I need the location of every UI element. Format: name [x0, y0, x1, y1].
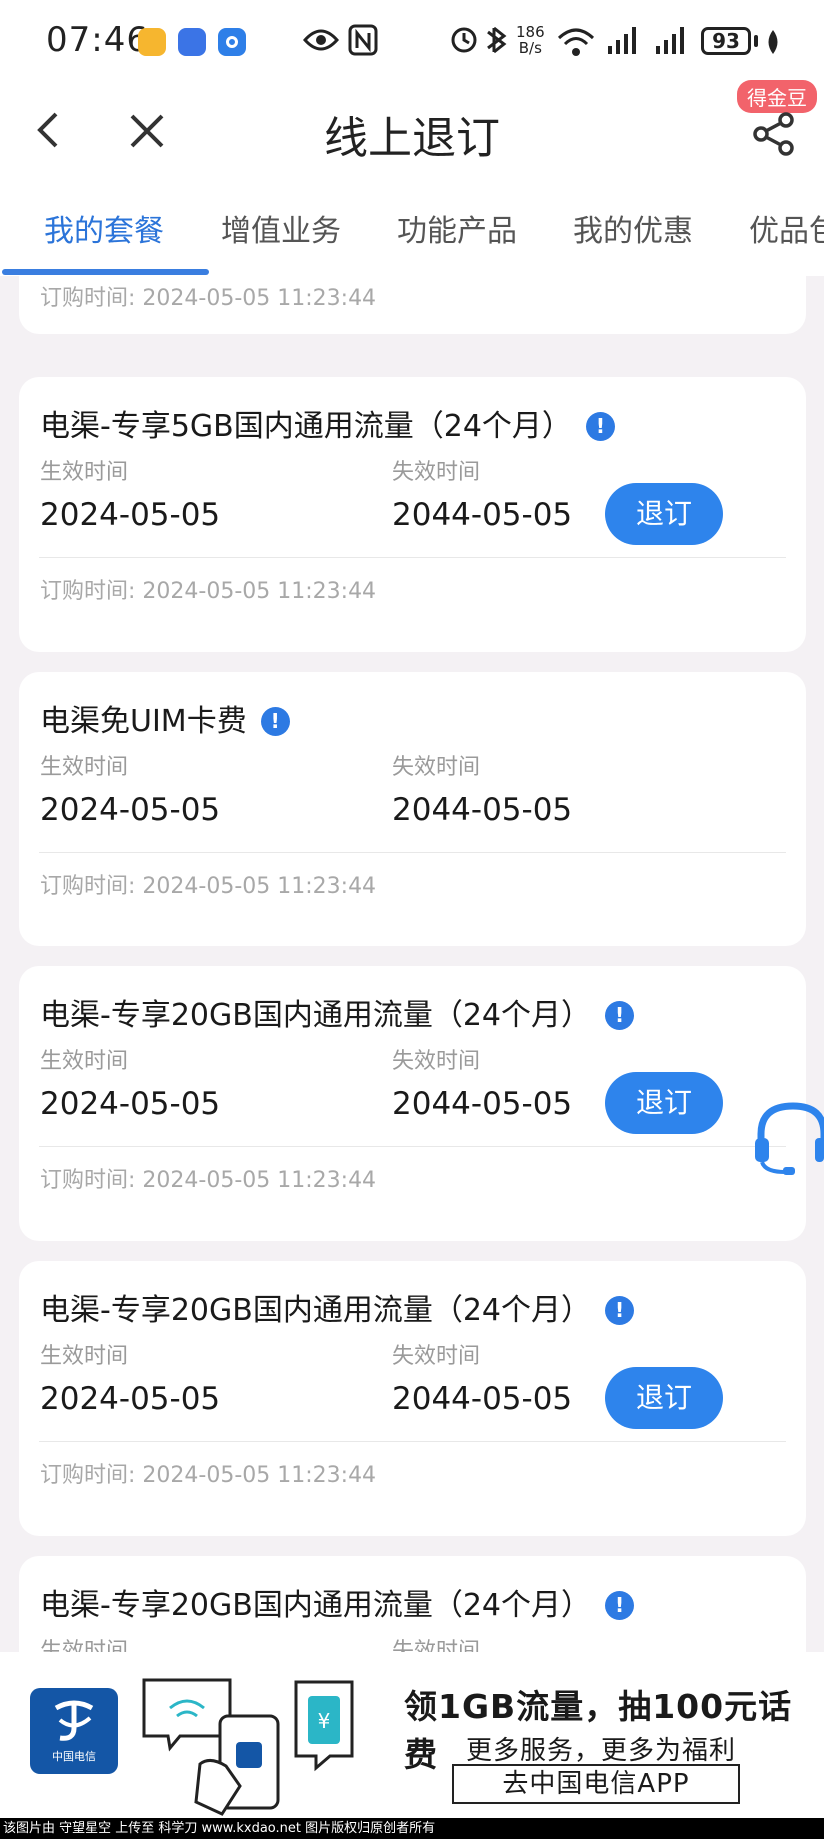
divider — [39, 557, 786, 558]
divider — [39, 852, 786, 853]
unsubscribe-button[interactable]: 退订 — [605, 1367, 723, 1429]
expire-date: 2044-05-05 — [392, 497, 573, 533]
alarm-icon — [451, 26, 507, 54]
effective-label: 生效时间 — [40, 1639, 129, 1652]
expire-label: 失效时间 — [392, 755, 481, 780]
plan-title: 电渠-专享20GB国内通用流量（24个月）! — [40, 1580, 635, 1624]
info-icon[interactable]: ! — [605, 1001, 635, 1030]
order-time: 订购时间: 2024-05-05 11:23:44 — [40, 286, 377, 311]
info-icon[interactable]: ! — [605, 1591, 635, 1620]
divider — [39, 1441, 786, 1442]
expire-label: 失效时间 — [392, 1639, 481, 1652]
info-icon[interactable]: ! — [260, 707, 290, 736]
plan-card: 电渠-专享20GB国内通用流量（24个月）! 生效时间 失效时间 2024-05… — [19, 966, 806, 1241]
weibo-icon — [138, 28, 166, 56]
plan-card: 电渠-专享5GB国内通用流量（24个月）! 生效时间 失效时间 2024-05-… — [19, 377, 806, 652]
order-time: 订购时间: 2024-05-05 11:23:44 — [40, 1463, 377, 1488]
plan-card: 电渠-专享20GB国内通用流量（24个月）! 生效时间 失效时间 2024-05… — [19, 1261, 806, 1536]
svg-text:¥: ¥ — [318, 1709, 331, 1733]
divider — [39, 1146, 786, 1147]
tab-premium-pack[interactable]: 优品包 — [749, 206, 824, 250]
expire-date: 2044-05-05 — [392, 1381, 573, 1417]
effective-label: 生效时间 — [40, 1344, 129, 1369]
eye-icon — [303, 29, 339, 51]
info-icon[interactable]: ! — [605, 1296, 635, 1325]
effective-date: 2024-05-05 — [40, 792, 221, 828]
page-title: 线上退订 — [324, 113, 500, 164]
app-ring-icon — [218, 28, 246, 56]
tab-indicator — [2, 269, 209, 275]
share-icon[interactable] — [752, 112, 796, 156]
battery-tip — [754, 35, 758, 47]
expire-label: 失效时间 — [392, 460, 481, 485]
expire-label: 失效时间 — [392, 1049, 481, 1074]
app-blue-icon — [178, 28, 206, 56]
phone-illustration-icon: ¥ — [142, 1678, 354, 1816]
network-speed: 186 B/s — [516, 23, 545, 57]
effective-date: 2024-05-05 — [40, 1381, 221, 1417]
tab-my-offers[interactable]: 我的优惠 — [573, 206, 693, 250]
plan-card: 电渠免UIM卡费! 生效时间 失效时间 2024-05-05 2044-05-0… — [19, 672, 806, 946]
battery-icon: 93 — [701, 27, 751, 55]
telecom-logo-icon — [54, 1700, 94, 1741]
expire-date: 2044-05-05 — [392, 792, 573, 828]
unsubscribe-button[interactable]: 退订 — [605, 483, 723, 545]
gold-bean-badge[interactable]: 得金豆 — [737, 80, 817, 113]
plan-title: 电渠-专享5GB国内通用流量（24个月）! — [40, 401, 615, 445]
banner-subline: 更多服务，更多为福利 — [466, 1736, 737, 1766]
plan-list[interactable]: 订购时间: 2024-05-05 11:23:44 电渠-专享5GB国内通用流量… — [0, 276, 824, 1652]
nav-bar: 线上退订 得金豆 — [0, 80, 824, 180]
expire-label: 失效时间 — [392, 1344, 481, 1369]
plan-card: 订购时间: 2024-05-05 11:23:44 — [19, 276, 806, 334]
watermark-footer: 该图片由 守望星空 上传至 科学刀 www.kxdao.net 图片版权归原创者… — [0, 1818, 824, 1839]
signal-icon — [608, 27, 684, 54]
effective-label: 生效时间 — [40, 460, 129, 485]
nfc-icon — [348, 24, 378, 56]
plan-card: 电渠-专享20GB国内通用流量（24个月）! 生效时间 失效时间 — [19, 1556, 806, 1652]
status-bar: 07:46 186 B/s 93 — [0, 0, 824, 80]
tab-function-products[interactable]: 功能产品 — [397, 206, 517, 250]
info-icon[interactable]: ! — [585, 412, 615, 441]
order-time: 订购时间: 2024-05-05 11:23:44 — [40, 579, 377, 604]
effective-date: 2024-05-05 — [40, 497, 221, 533]
tab-value-added[interactable]: 增值业务 — [221, 206, 341, 250]
wifi-icon — [557, 28, 595, 56]
unsubscribe-button[interactable]: 退订 — [605, 1072, 723, 1134]
tab-my-plan[interactable]: 我的套餐 — [44, 206, 164, 250]
effective-label: 生效时间 — [40, 1049, 129, 1074]
plan-title: 电渠免UIM卡费! — [40, 696, 290, 740]
promo-banner[interactable]: 中国电信 ¥ 领1GB流量，抽100元话费 更多服务，更多为福利 去中国电信AP… — [0, 1652, 824, 1818]
effective-date: 2024-05-05 — [40, 1086, 221, 1122]
leaf-icon — [768, 30, 778, 54]
plan-title: 电渠-专享20GB国内通用流量（24个月）! — [40, 990, 635, 1034]
order-time: 订购时间: 2024-05-05 11:23:44 — [40, 874, 377, 899]
order-time: 订购时间: 2024-05-05 11:23:44 — [40, 1168, 377, 1193]
open-app-button[interactable]: 去中国电信APP — [452, 1764, 740, 1804]
status-time: 07:46 — [46, 20, 149, 60]
category-tabs: 我的套餐 增值业务 功能产品 我的优惠 优品包 — [0, 180, 824, 276]
plan-title: 电渠-专享20GB国内通用流量（24个月）! — [40, 1285, 635, 1329]
effective-label: 生效时间 — [40, 755, 129, 780]
china-telecom-logo: 中国电信 — [30, 1688, 118, 1774]
customer-service-icon[interactable] — [753, 1100, 824, 1176]
expire-date: 2044-05-05 — [392, 1086, 573, 1122]
